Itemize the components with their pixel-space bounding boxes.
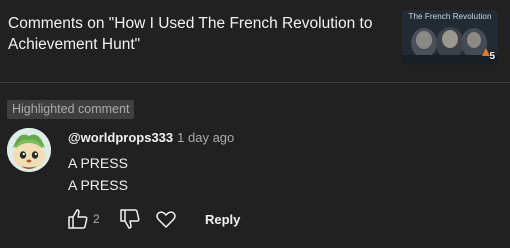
heart-icon [156,211,176,228]
thumbs-up-icon [68,209,88,229]
comment-text-line: A PRESS [68,177,128,193]
reply-button[interactable]: Reply [205,212,240,227]
thumbs-down-icon [120,209,140,229]
comment-text-line: A PRESS [68,155,128,171]
divider [0,82,510,83]
like-button[interactable] [66,207,90,231]
avatar[interactable] [7,128,51,172]
chespin-avatar-icon [7,128,51,172]
thumbnail-title: The French Revolution [408,12,492,21]
comment-header: @worldprops333 1 day ago [68,130,234,146]
video-thumbnail[interactable]: The French Revolution 5 [402,10,498,65]
comment-author[interactable]: @worldprops333 [68,130,173,145]
page-title: Comments on "How I Used The French Revol… [8,15,373,53]
thumbnail-badge: 5 [489,51,495,62]
dislike-button[interactable] [118,207,142,231]
like-count: 2 [93,212,100,226]
comment-time[interactable]: 1 day ago [177,130,234,145]
highlighted-comment-badge: Highlighted comment [7,100,135,119]
heart-button[interactable] [154,207,178,231]
